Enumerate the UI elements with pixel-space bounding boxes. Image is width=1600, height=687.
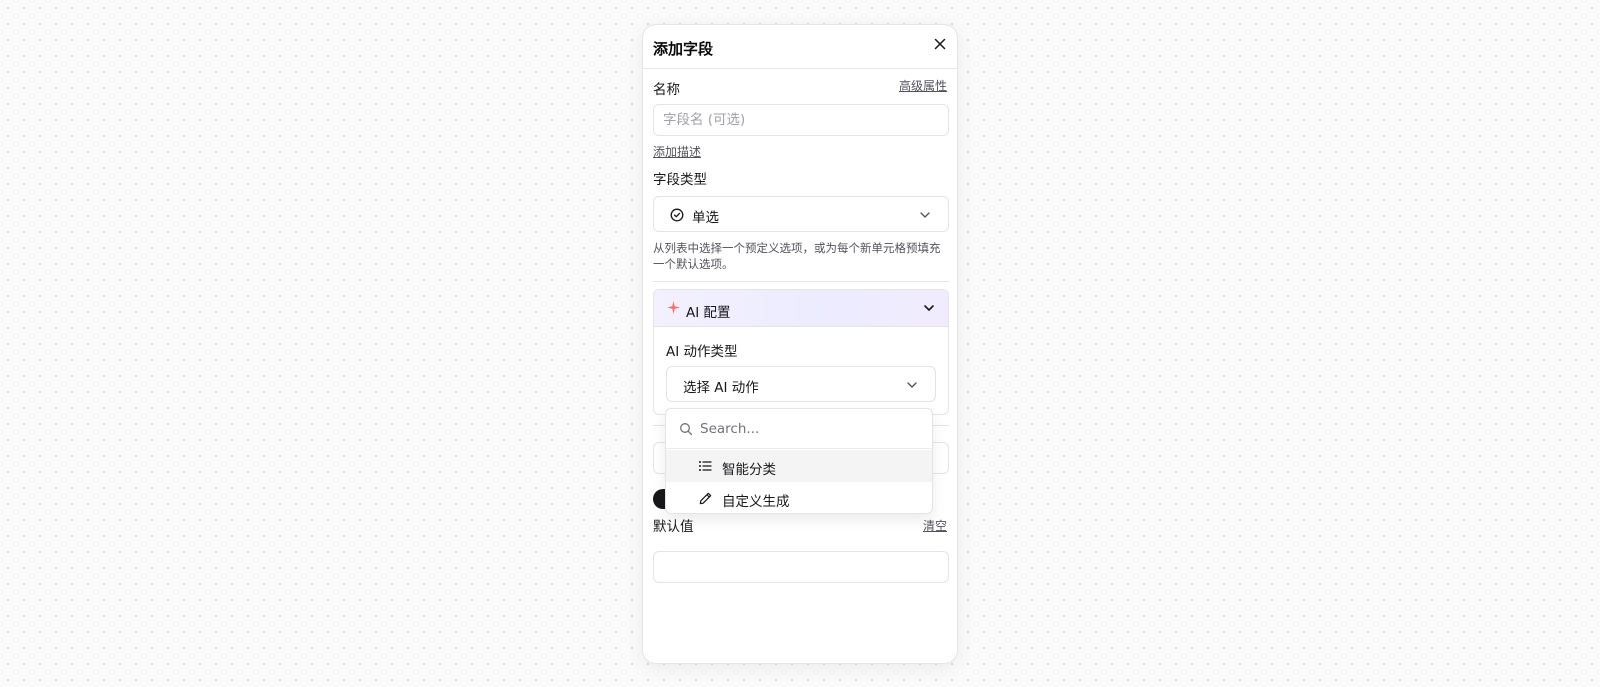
- dialog-title: 添加字段: [653, 40, 714, 58]
- list-icon: [699, 461, 712, 471]
- ai-action-label: AI 动作类型: [666, 344, 738, 360]
- pencil-icon: [699, 492, 712, 505]
- ai-action-select[interactable]: 选择 AI 动作: [666, 366, 936, 402]
- chevron-down-icon: [924, 305, 934, 311]
- field-type-value: 单选: [692, 210, 719, 226]
- chevron-down-icon: [907, 382, 917, 388]
- dropdown-search-input[interactable]: [700, 419, 920, 439]
- field-type-label: 字段类型: [653, 172, 707, 188]
- dropdown-item-label: 自定义生成: [722, 494, 790, 510]
- clear-link[interactable]: 清空: [923, 517, 947, 534]
- circle-check-icon: [670, 208, 684, 222]
- close-icon[interactable]: [932, 36, 948, 52]
- dropdown-item-custom-generate[interactable]: 自定义生成: [666, 482, 932, 513]
- ai-action-dropdown: 智能分类 自定义生成: [665, 408, 933, 514]
- dropdown-item-smart-classify[interactable]: 智能分类: [666, 450, 932, 482]
- chevron-down-icon: [920, 212, 930, 218]
- ai-config-panel: AI 配置 AI 动作类型 选择 AI 动作: [653, 289, 949, 415]
- ai-config-title: AI 配置: [686, 305, 731, 321]
- field-name-input[interactable]: [653, 104, 949, 136]
- ai-config-header[interactable]: AI 配置: [654, 290, 948, 327]
- ai-action-placeholder: 选择 AI 动作: [683, 380, 759, 396]
- default-value-input[interactable]: [653, 551, 949, 583]
- dialog-header: 添加字段: [643, 25, 957, 69]
- add-description-link[interactable]: 添加描述: [653, 143, 701, 160]
- add-field-dialog: 添加字段 名称 高级属性 添加描述 字段类型 单选 从列表中选择一个预定义选项，…: [642, 24, 958, 664]
- search-icon: [680, 423, 693, 436]
- dropdown-search: [666, 409, 932, 449]
- sparkle-icon: [666, 300, 681, 315]
- advanced-properties-link[interactable]: 高级属性: [899, 77, 947, 94]
- default-value-label: 默认值: [653, 519, 694, 535]
- divider: [653, 281, 949, 282]
- dropdown-item-label: 智能分类: [722, 462, 776, 478]
- field-type-select[interactable]: 单选: [653, 196, 949, 232]
- field-type-description: 从列表中选择一个预定义选项，或为每个新单元格预填充一个默认选项。: [653, 241, 941, 271]
- name-label: 名称: [653, 82, 680, 98]
